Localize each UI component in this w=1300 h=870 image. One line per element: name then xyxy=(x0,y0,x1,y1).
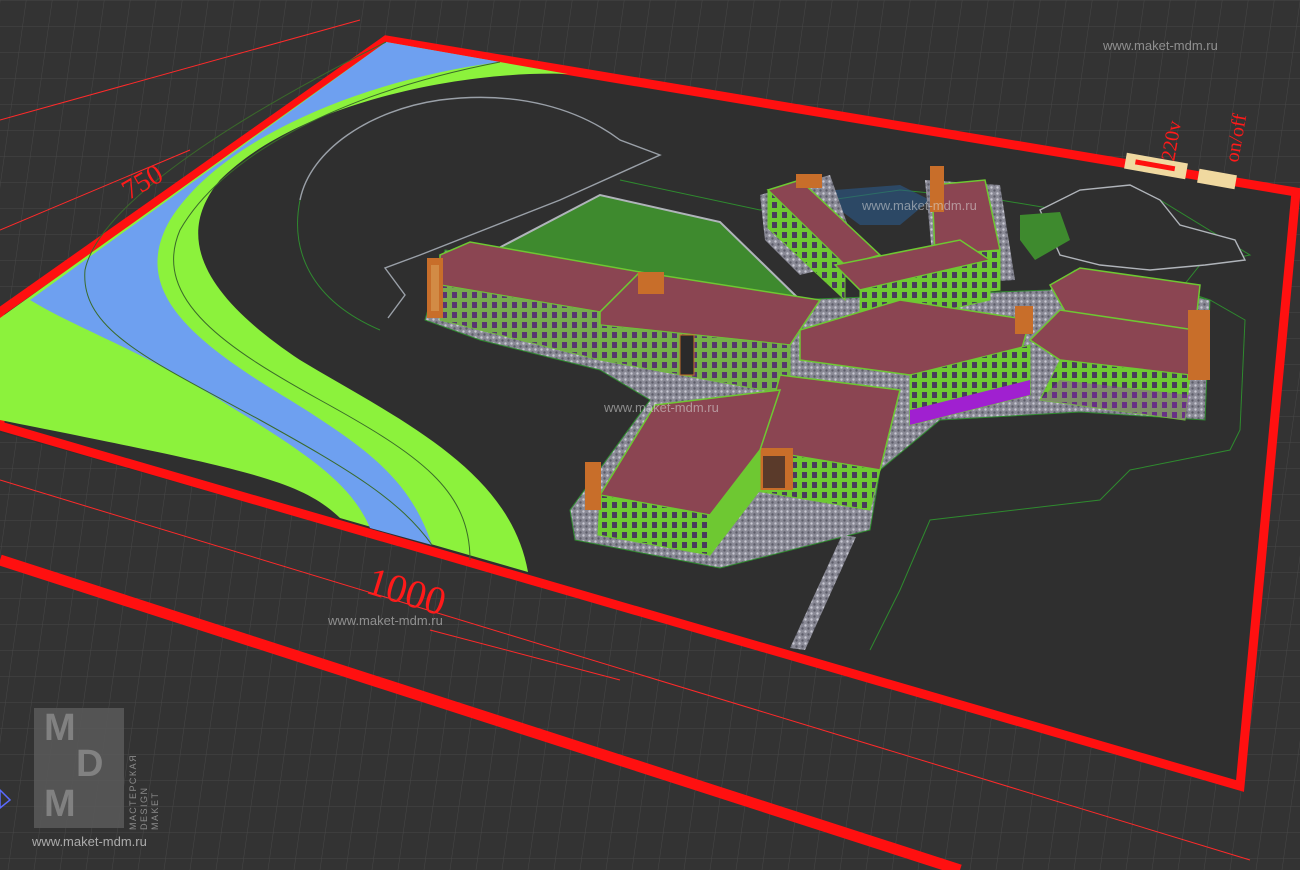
logo-letter: D xyxy=(76,743,104,785)
logo-tagline: МАСТЕРСКАЯ DESIGN MAKET xyxy=(128,754,161,830)
logo-tagline-line: МАСТЕРСКАЯ xyxy=(128,753,138,830)
logo-tagline-line: DESIGN xyxy=(139,786,149,830)
logo-mark: M D M xyxy=(34,708,124,828)
watermark: www.maket-mdm.ru xyxy=(603,400,719,415)
logo-url: www.maket-mdm.ru xyxy=(32,834,147,849)
logo-letter: M xyxy=(44,783,76,825)
logo-tagline-line: MAKET xyxy=(150,791,160,830)
watermark: www.maket-mdm.ru xyxy=(861,198,977,213)
brand-logo: M D M МАСТЕРСКАЯ DESIGN MAKET www.maket-… xyxy=(32,708,174,858)
watermark: www.maket-mdm.ru xyxy=(1102,38,1218,53)
model-scene: 750 1000 220v on/off www.maket-mdm.ru ww… xyxy=(0,0,1300,870)
watermark: www.maket-mdm.ru xyxy=(327,613,443,628)
building-east-block xyxy=(1028,267,1210,421)
logo-letter: M xyxy=(44,707,76,749)
